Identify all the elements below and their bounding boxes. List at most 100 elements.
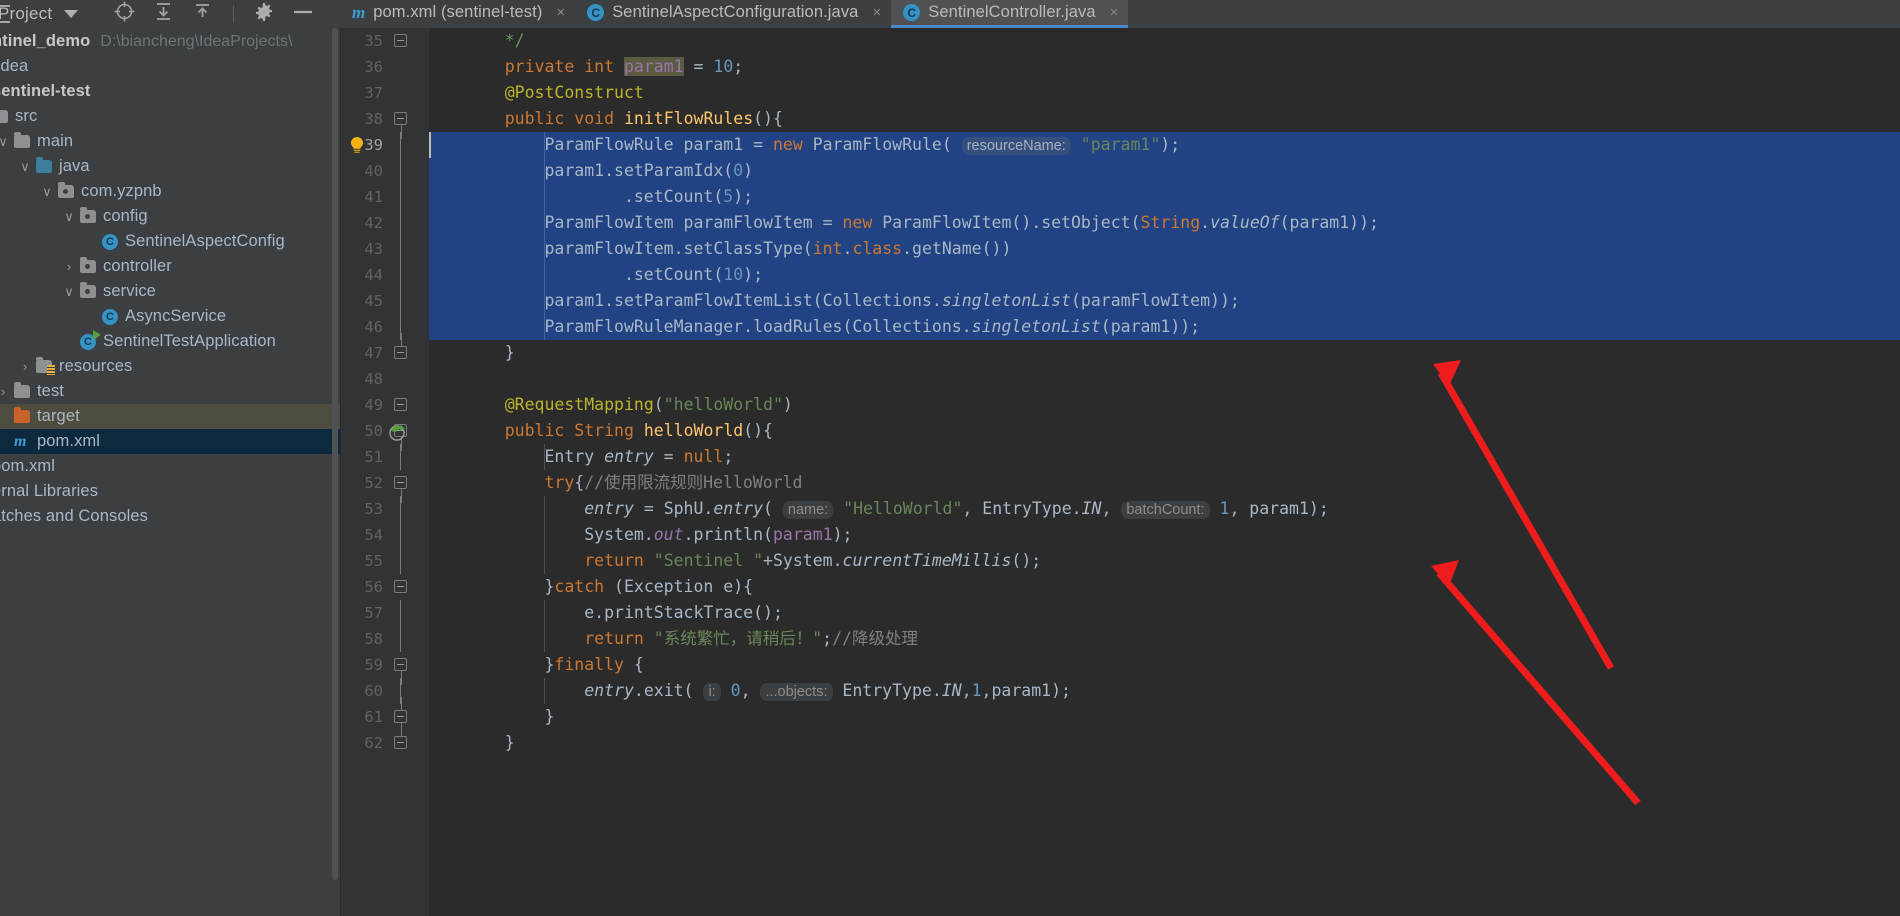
editor-code-line[interactable]: ParamFlowRuleManager.loadRules(Collectio… <box>429 314 1900 340</box>
chevron-right-icon[interactable]: › <box>18 359 32 374</box>
editor-code-line[interactable]: System.out.println(param1); <box>429 522 1900 548</box>
editor-gutter-row[interactable]: 57 <box>341 600 429 626</box>
editor-code-line[interactable]: }catch (Exception e){ <box>429 574 1900 600</box>
editor-code-line[interactable]: e.printStackTrace(); <box>429 600 1900 626</box>
editor-code-line[interactable]: public String helloWorld(){ <box>429 418 1900 444</box>
code-fold-toggle-icon[interactable] <box>394 398 407 411</box>
editor-gutter[interactable]: 35 36 37 38 39 40 41 42 43 44 45 46 47 48 49 50 51 52 53 54… <box>341 28 429 916</box>
editor-code-line[interactable]: }finally { <box>429 652 1900 678</box>
project-tree-item-com-yzpnb[interactable]: ∨ com.yzpnb <box>0 179 340 204</box>
editor-code-line[interactable]: public void initFlowRules(){ <box>429 106 1900 132</box>
editor-code-line[interactable]: private int param1 = 10; <box>429 54 1900 80</box>
project-tree-item-src[interactable]: src <box>0 104 340 129</box>
project-tree-item-ernal-libraries[interactable]: ernal Libraries <box>0 479 340 504</box>
project-tree-item-atches-and-consoles[interactable]: atches and Consoles <box>0 504 340 529</box>
editor-gutter-row[interactable]: 37 <box>341 80 429 106</box>
close-icon[interactable]: × <box>1110 5 1119 20</box>
editor-code-area[interactable]: */ private int param1 = 10; @PostConstru… <box>429 28 1900 916</box>
code-fold-toggle-icon[interactable] <box>394 580 407 593</box>
editor-code-line[interactable]: param1.setParamFlowItemList(Collections.… <box>429 288 1900 314</box>
editor-gutter-row[interactable]: 47 <box>341 333 429 366</box>
chevron-down-icon[interactable]: ∨ <box>62 284 76 300</box>
editor-code-line[interactable]: } <box>429 730 1900 756</box>
editor-gutter-row[interactable]: 61 <box>341 697 429 730</box>
chevron-down-icon[interactable]: ∨ <box>18 159 32 175</box>
chevron-right-icon[interactable]: › <box>62 259 76 274</box>
code-fold-toggle-icon[interactable] <box>394 333 407 359</box>
run-gutter-icon[interactable] <box>389 423 405 441</box>
project-tree-item-target[interactable]: target <box>0 404 340 429</box>
editor-gutter-row[interactable]: 40 <box>341 158 429 184</box>
editor-gutter-row[interactable]: 51 <box>341 444 429 470</box>
editor-gutter-row[interactable]: 35 <box>341 28 429 54</box>
editor-tab-pom[interactable]: m pom.xml (sentinel-test) × <box>340 0 576 28</box>
editor-code-line[interactable]: entry.exit( i: 0, ...objects: EntryType.… <box>429 678 1900 704</box>
code-editor[interactable]: 35 36 37 38 39 40 41 42 43 44 45 46 47 48 49 50 51 52 53 54… <box>341 28 1900 916</box>
project-tree-item-sentinel-test[interactable]: sentinel-test <box>0 79 340 104</box>
project-tree-item-config[interactable]: ∨ config <box>0 204 340 229</box>
editor-gutter-row[interactable]: 56 <box>341 574 429 600</box>
chevron-down-icon[interactable]: ∨ <box>0 134 10 150</box>
editor-code-line[interactable]: */ <box>429 28 1900 54</box>
project-tree-item-service[interactable]: ∨ service <box>0 279 340 304</box>
code-fold-toggle-icon[interactable] <box>394 658 407 685</box>
editor-gutter-row[interactable]: 54 <box>341 522 429 548</box>
editor-gutter-row[interactable]: 49 <box>341 392 429 418</box>
editor-gutter-row[interactable]: 52 <box>341 470 429 503</box>
editor-code-line[interactable]: param1.setParamIdx(0) <box>429 158 1900 184</box>
expand-all-icon[interactable] <box>153 1 174 27</box>
project-tool-window[interactable]: ntinel_demo D:\biancheng\IdeaProjects\ .i… <box>0 28 341 916</box>
editor-code-line[interactable] <box>429 366 1900 392</box>
select-opened-file-icon[interactable] <box>114 1 135 27</box>
project-tree-item-asyncservice[interactable]: C AsyncService <box>0 304 340 329</box>
editor-tab-sentinel-aspect-configuration[interactable]: C SentinelAspectConfiguration.java × <box>575 0 892 28</box>
editor-gutter-row[interactable]: 39 <box>341 132 429 158</box>
close-icon[interactable]: × <box>556 5 565 20</box>
project-tree-item-main[interactable]: ∨ main <box>0 129 340 154</box>
editor-gutter-row[interactable]: 48 <box>341 366 429 392</box>
editor-gutter-row[interactable]: 59 <box>341 652 429 685</box>
code-fold-toggle-icon[interactable] <box>394 112 407 139</box>
code-fold-toggle-icon[interactable] <box>394 476 407 503</box>
editor-gutter-row[interactable]: 41 <box>341 184 429 210</box>
editor-code-line[interactable]: ParamFlowRule param1 = new ParamFlowRule… <box>429 132 1900 158</box>
editor-tab-sentinel-controller[interactable]: C SentinelController.java × <box>891 0 1129 28</box>
project-tree-item-sentineltestapplication[interactable]: C SentinelTestApplication <box>0 329 340 354</box>
collapse-all-icon[interactable] <box>192 1 213 27</box>
editor-code-line[interactable]: try{//使用限流规则HelloWorld <box>429 470 1900 496</box>
project-tree-item-ntinel-demo[interactable]: ntinel_demo D:\biancheng\IdeaProjects\ <box>0 29 340 54</box>
editor-gutter-row[interactable]: 55 <box>341 548 429 574</box>
code-fold-toggle-icon[interactable] <box>394 34 407 47</box>
hide-tool-window-icon[interactable] <box>292 2 314 27</box>
editor-code-line[interactable]: @RequestMapping("helloWorld") <box>429 392 1900 418</box>
project-tree-item-java[interactable]: ∨ java <box>0 154 340 179</box>
editor-code-line[interactable]: .setCount(5); <box>429 184 1900 210</box>
editor-code-line[interactable]: return "Sentinel "+System.currentTimeMil… <box>429 548 1900 574</box>
project-tree-item-resources[interactable]: › resources <box>0 354 340 379</box>
project-tree-item-test[interactable]: › test <box>0 379 340 404</box>
project-tree-item-pom-xml[interactable]: pom.xml <box>0 454 340 479</box>
project-tree-item-sentinelaspectconfig[interactable]: C SentinelAspectConfig <box>0 229 340 254</box>
code-fold-toggle-icon[interactable] <box>394 697 407 723</box>
intention-bulb-icon[interactable] <box>349 136 365 153</box>
project-tree-scrollbar[interactable] <box>332 28 338 881</box>
editor-code-line[interactable]: return "系统繁忙，请稍后！";//降级处理 <box>429 626 1900 652</box>
chevron-down-icon[interactable]: ∨ <box>62 209 76 225</box>
chevron-down-icon[interactable]: ∨ <box>40 184 54 200</box>
editor-code-line[interactable]: entry = SphU.entry( name: "HelloWorld", … <box>429 496 1900 522</box>
project-tree-item-pom-xml[interactable]: m pom.xml <box>0 429 340 454</box>
editor-code-line[interactable]: .setCount(10); <box>429 262 1900 288</box>
editor-code-line[interactable]: Entry entry = null; <box>429 444 1900 470</box>
editor-gutter-row[interactable]: 46 <box>341 314 429 340</box>
chevron-right-icon[interactable]: › <box>0 384 10 399</box>
editor-gutter-row[interactable]: 38 <box>341 106 429 139</box>
editor-gutter-row[interactable]: 60 <box>341 678 429 704</box>
editor-gutter-row[interactable]: 42 <box>341 210 429 236</box>
editor-gutter-row[interactable]: 44 <box>341 262 429 288</box>
settings-gear-icon[interactable] <box>254 2 274 27</box>
editor-gutter-row[interactable]: 53 <box>341 496 429 522</box>
editor-gutter-row[interactable]: 45 <box>341 288 429 314</box>
project-tree-item-controller[interactable]: › controller <box>0 254 340 279</box>
chevron-down-icon[interactable] <box>64 10 79 18</box>
editor-gutter-row[interactable]: 62 <box>341 723 429 756</box>
